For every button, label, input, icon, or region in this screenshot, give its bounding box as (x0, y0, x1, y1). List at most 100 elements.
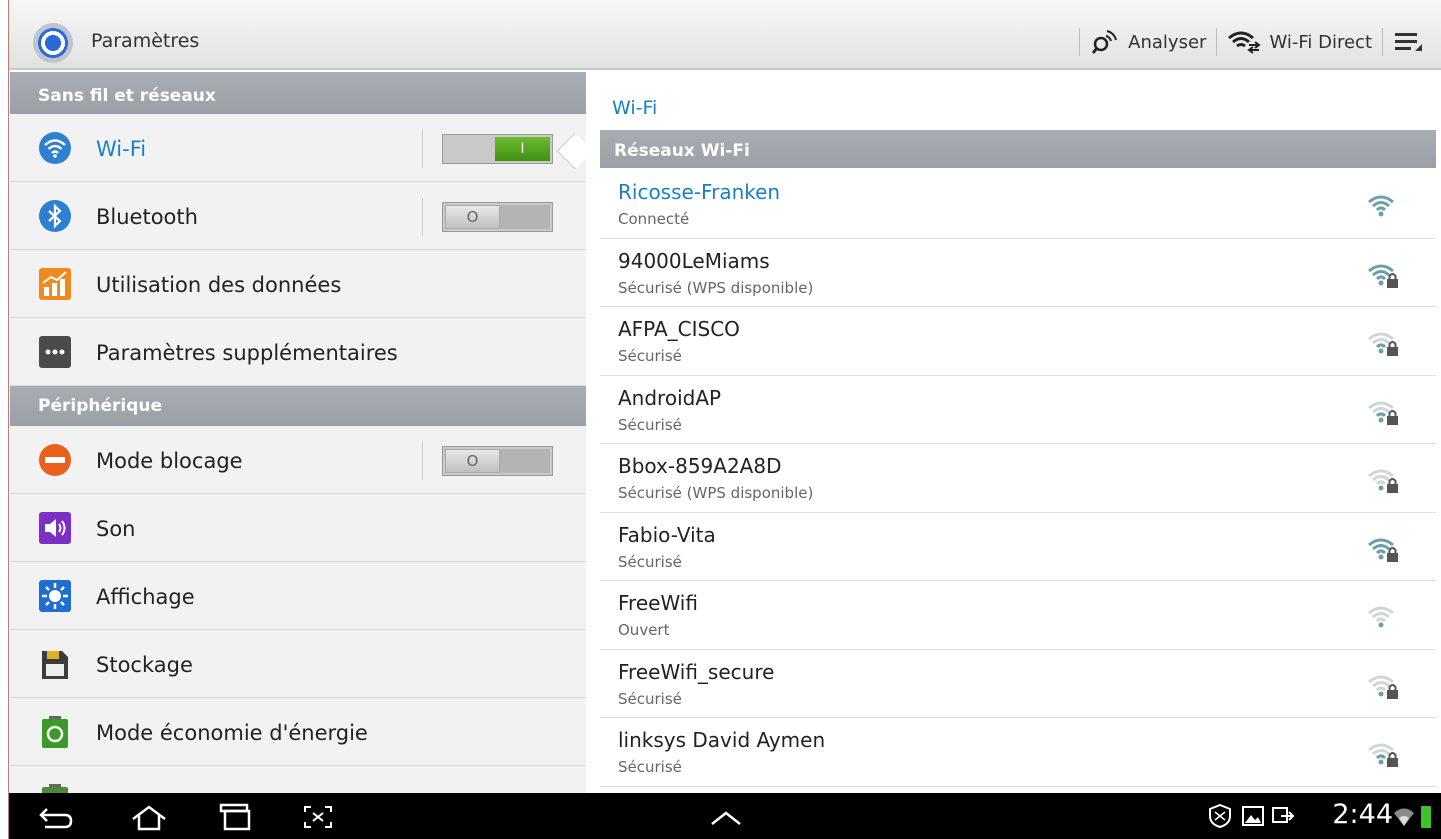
network-name: 94000LeMiams (618, 248, 770, 273)
sidebar-item-label: Affichage (96, 585, 195, 609)
sidebar-item-sound[interactable]: Son (10, 494, 586, 562)
status-time: 2:44 (1332, 799, 1393, 830)
network-name: FreeWifi_secure (618, 659, 775, 684)
wifi-direct-button[interactable]: Wi-Fi Direct (1227, 30, 1372, 54)
wifi-network-row[interactable]: 94000LeMiams Sécurisé (WPS disponible) (600, 239, 1436, 307)
settings-gear-icon[interactable] (33, 23, 73, 63)
toggle-track (498, 205, 550, 229)
chevron-up-icon[interactable] (709, 809, 743, 827)
section-header-device: Périphérique (10, 386, 586, 426)
wifi-signal-locked-icon (1368, 264, 1398, 288)
network-name: Fabio-Vita (618, 522, 716, 547)
divider (1382, 28, 1383, 56)
sidebar-item-label: Bluetooth (96, 205, 198, 229)
divider (1216, 28, 1218, 56)
battery-status-icon (1421, 806, 1431, 828)
network-status: Ouvert (618, 621, 670, 639)
sidebar-item-label: Mode économie d'énergie (96, 721, 368, 745)
action-bar-actions: Analyser Wi-Fi Direct (1069, 22, 1441, 62)
screenshot-icon[interactable] (301, 803, 335, 831)
network-status: Sécurisé (WPS disponible) (618, 278, 814, 297)
network-name: FreeWifi (618, 591, 698, 615)
scan-label: Analyser (1128, 31, 1207, 53)
network-status: Sécurisé (618, 552, 682, 571)
system-nav-bar: 2:44 (9, 793, 1441, 839)
sidebar-item-more-settings[interactable]: Paramètres supplémentaires (10, 318, 586, 386)
panel-title: Wi-Fi (612, 97, 658, 119)
bluetooth-icon (39, 200, 71, 232)
display-icon (39, 580, 71, 612)
wifi-network-row[interactable]: Fabio-Vita Sécurisé (600, 513, 1436, 581)
wifi-direct-label: Wi-Fi Direct (1269, 31, 1372, 53)
wifi-toggle[interactable]: I (442, 134, 553, 164)
wifi-signal-locked-icon (1368, 675, 1398, 699)
network-status: Sécurisé (618, 347, 682, 365)
gallery-icon (1242, 806, 1264, 826)
window-border (0, 0, 9, 839)
sound-icon (39, 512, 71, 544)
divider (422, 442, 423, 480)
sidebar-item-data-usage[interactable]: Utilisation des données (10, 250, 586, 318)
wifi-signal-locked-icon (1368, 401, 1398, 425)
wifi-status-icon (1394, 808, 1414, 826)
sidebar-item-display[interactable]: Affichage (10, 562, 586, 630)
toggle-knob: I (495, 137, 550, 161)
recent-apps-icon[interactable] (215, 803, 255, 831)
bluetooth-toggle[interactable]: O (442, 202, 553, 232)
wifi-signal-locked-icon (1368, 538, 1398, 562)
sidebar-item-power-saving[interactable]: Mode économie d'énergie (10, 698, 586, 766)
app-title: Paramètres (91, 30, 200, 52)
network-name: AndroidAP (618, 385, 722, 410)
toggle-knob: O (445, 205, 500, 229)
network-name: Bbox-859A2A8D (618, 454, 782, 478)
divider (422, 198, 423, 236)
section-header-wifi-networks: Réseaux Wi-Fi (600, 130, 1436, 168)
wifi-network-row[interactable]: Ricosse-Franken Connecté (600, 170, 1436, 239)
wifi-network-row[interactable]: linksys David Aymen Sécurisé (600, 718, 1436, 787)
scan-button[interactable]: Analyser (1090, 27, 1206, 57)
divider (422, 130, 423, 168)
wifi-network-row[interactable]: AndroidAP Sécurisé (600, 376, 1436, 444)
vpn-shield-icon (1209, 803, 1231, 829)
sidebar-item-label: Stockage (96, 653, 193, 677)
network-status: Sécurisé (618, 689, 682, 708)
storage-icon (42, 651, 68, 679)
sidebar-item-label: Utilisation des données (96, 273, 342, 297)
network-list: Ricosse-Franken Connecté 94000LeMiams Sécur… (600, 170, 1436, 787)
settings-sidebar: Sans fil et réseaux Wi-Fi I Bluetooth O (10, 72, 586, 793)
toggle-knob: O (445, 449, 500, 473)
wifi-signal-locked-icon (1368, 332, 1398, 356)
wifi-signal-locked-icon (1368, 743, 1398, 767)
wifi-signal-locked-icon (1368, 469, 1398, 493)
blocking-mode-toggle[interactable]: O (442, 446, 553, 476)
wifi-signal-icon (1368, 195, 1394, 217)
screen-mirror-icon (1272, 807, 1295, 823)
scan-icon (1092, 30, 1118, 54)
sidebar-item-bluetooth[interactable]: Bluetooth O (10, 182, 586, 250)
network-name: AFPA_CISCO (618, 317, 740, 341)
wifi-direct-icon (1228, 31, 1262, 54)
sidebar-item-label: Paramètres supplémentaires (96, 341, 398, 365)
sidebar-item-partial[interactable] (10, 766, 586, 793)
overflow-menu-icon[interactable] (1393, 27, 1423, 57)
wifi-network-row[interactable]: Bbox-859A2A8D Sécurisé (WPS disponible) (600, 444, 1436, 513)
network-status: Sécurisé (WPS disponible) (618, 484, 814, 502)
network-name: Ricosse-Franken (618, 180, 781, 204)
toggle-track (498, 449, 550, 473)
back-icon[interactable] (37, 803, 77, 831)
wifi-network-row[interactable]: FreeWifi Ouvert (600, 581, 1436, 650)
wifi-network-row[interactable]: AFPA_CISCO Sécurisé (600, 307, 1436, 376)
sidebar-item-wifi[interactable]: Wi-Fi I (10, 114, 586, 182)
sidebar-item-label: Son (96, 517, 136, 541)
sidebar-item-blocking-mode[interactable]: Mode blocage O (10, 426, 586, 494)
data-usage-icon (39, 268, 71, 300)
wifi-network-row[interactable]: FreeWifi_secure Sécurisé (600, 650, 1436, 718)
network-name: linksys David Aymen (618, 728, 826, 752)
network-status: Connecté (618, 210, 690, 228)
network-status: Sécurisé (618, 758, 682, 776)
section-header-wireless: Sans fil et réseaux (10, 72, 586, 114)
wifi-signal-icon (1368, 606, 1394, 628)
divider (1079, 28, 1081, 56)
sidebar-item-storage[interactable]: Stockage (10, 630, 586, 698)
home-icon[interactable] (129, 803, 169, 831)
